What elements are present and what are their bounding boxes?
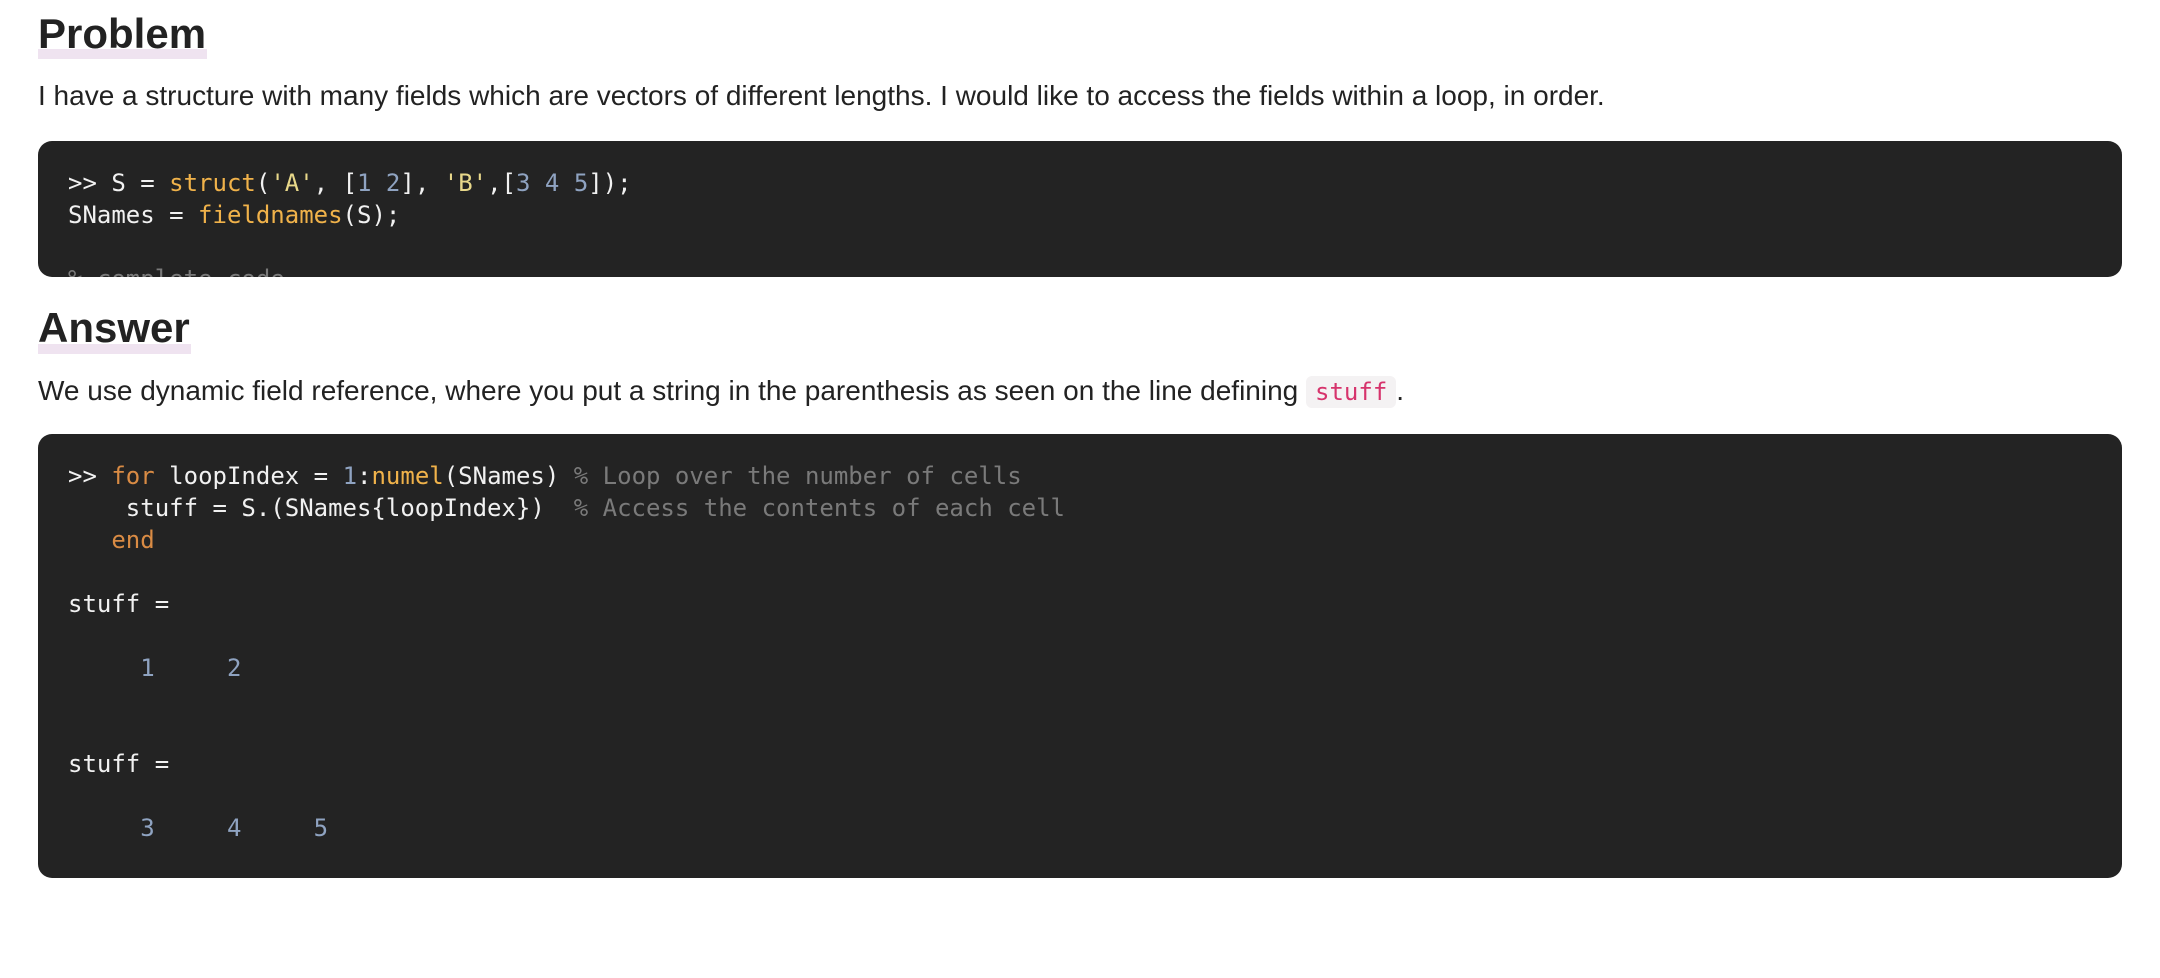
code-token: end xyxy=(111,525,155,554)
code-token: ,[ xyxy=(487,169,517,198)
code-token: >> S = xyxy=(68,169,170,198)
code-token: (S); xyxy=(342,201,401,230)
code-token: % Access the contents of each cell xyxy=(573,493,1066,522)
code-token: , [ xyxy=(313,169,358,198)
answer-paragraph-text: We use dynamic field reference, where yo… xyxy=(38,374,1307,406)
inline-code-stuff: stuff xyxy=(1306,375,1397,408)
code-token: 1 xyxy=(140,653,155,682)
code-token: for xyxy=(111,461,155,490)
code-token: struct xyxy=(169,169,256,198)
code-line: >> for loopIndex = 1:numel(SNames) % Loo… xyxy=(68,460,2092,492)
code-line: % complete code xyxy=(68,263,2092,277)
code-line: 1 2 xyxy=(68,652,2092,684)
code-token: >> xyxy=(68,461,112,490)
answer-paragraph: We use dynamic field reference, where yo… xyxy=(38,371,2122,410)
problem-code-block: >> S = struct('A', [1 2], 'B',[3 4 5]); S… xyxy=(38,141,2122,278)
article: Problem I have a structure with many fie… xyxy=(0,0,2160,878)
code-token: % complete code xyxy=(68,265,285,277)
code-token: stuff = xyxy=(68,749,170,778)
code-token: SNames = xyxy=(68,201,199,230)
code-token: stuff = S.(SNames{loopIndex}) xyxy=(68,493,574,522)
code-token: fieldnames xyxy=(198,201,343,230)
code-token: % Loop over the number of cells xyxy=(573,461,1022,490)
answer-code-block: >> for loopIndex = 1:numel(SNames) % Loo… xyxy=(38,433,2122,878)
code-token: numel xyxy=(371,461,444,490)
code-token: 3 xyxy=(140,813,155,842)
code-token: stuff = xyxy=(68,589,170,618)
code-token: 'B' xyxy=(443,169,488,198)
code-token: 5 xyxy=(313,813,329,842)
code-token: ], xyxy=(400,169,444,198)
answer-paragraph-end: . xyxy=(1396,374,1405,406)
code-token: 4 xyxy=(226,813,242,842)
code-token: ( xyxy=(255,169,271,198)
code-token: 'A' xyxy=(270,169,314,198)
code-token: : xyxy=(357,461,372,490)
code-token: 2 xyxy=(226,653,242,682)
code-line: end xyxy=(68,524,2092,556)
code-line: 3 4 5 xyxy=(68,812,2092,844)
code-token: 1 xyxy=(342,461,358,490)
code-token: 3 4 5 xyxy=(516,169,589,198)
code-line: stuff = xyxy=(68,588,2092,620)
code-line: stuff = S.(SNames{loopIndex}) % Access t… xyxy=(68,492,2092,524)
code-line: SNames = fieldnames(S); xyxy=(68,199,2092,231)
problem-paragraph: I have a structure with many fields whic… xyxy=(38,80,1605,112)
code-token: ]); xyxy=(588,169,632,198)
problem-heading: Problem xyxy=(38,10,208,60)
code-token: loopIndex = xyxy=(154,461,343,490)
code-line: stuff = xyxy=(68,748,2092,780)
code-line: >> S = struct('A', [1 2], 'B',[3 4 5]); xyxy=(68,167,2092,199)
code-token: 1 2 xyxy=(357,169,401,198)
code-token: (SNames) xyxy=(443,461,574,490)
answer-heading: Answer xyxy=(38,305,191,354)
